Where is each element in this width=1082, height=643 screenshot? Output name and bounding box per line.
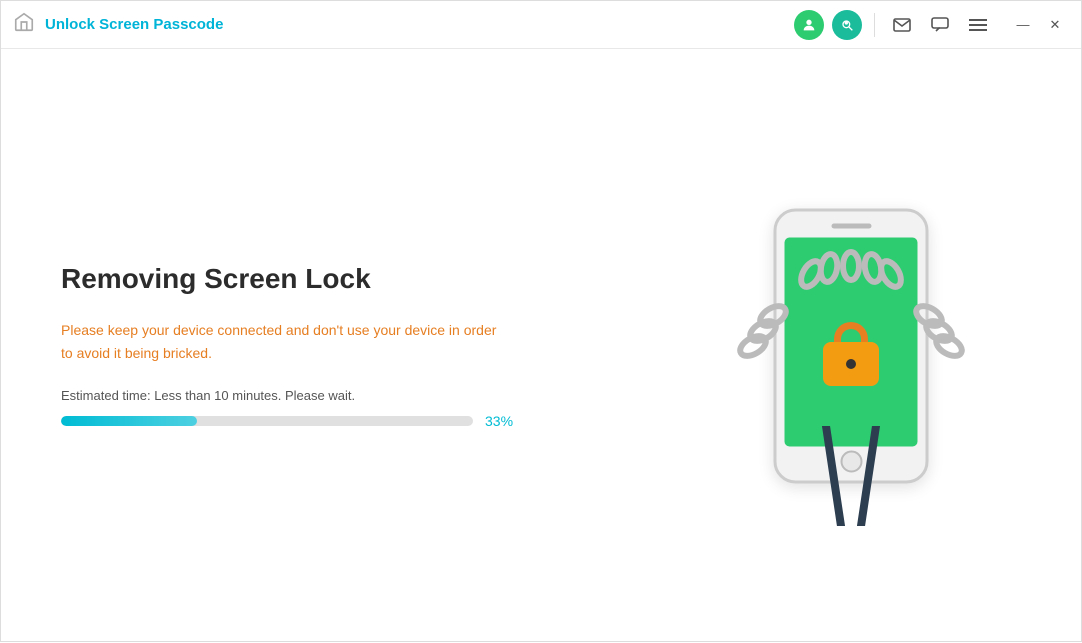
warning-text-line2: to avoid it being bricked. [61, 345, 212, 361]
warning-text-line1: Please keep your device connected and do… [61, 322, 496, 338]
lock-icon [823, 322, 879, 386]
search-user-icon-button[interactable] [832, 10, 862, 40]
menu-icon-button[interactable] [963, 10, 993, 40]
window-controls: — ✕ [1009, 11, 1069, 39]
chat-icon-button[interactable] [925, 10, 955, 40]
phone-illustration [711, 156, 991, 536]
right-section [681, 156, 1021, 536]
titlebar-icons: — ✕ [794, 10, 1069, 40]
progress-container: 33% [61, 413, 521, 429]
titlebar-left: Unlock Screen Passcode [13, 11, 794, 38]
minimize-button[interactable]: — [1009, 11, 1037, 39]
divider [874, 13, 875, 37]
close-button[interactable]: ✕ [1041, 11, 1069, 39]
tools-svg [786, 426, 916, 526]
user-icon-button[interactable] [794, 10, 824, 40]
home-icon[interactable] [13, 11, 35, 38]
progress-percent: 33% [485, 413, 521, 429]
mail-icon-button[interactable] [887, 10, 917, 40]
titlebar: Unlock Screen Passcode [1, 1, 1081, 49]
lock-keyhole [846, 359, 856, 369]
main-content: Removing Screen Lock Please keep your de… [1, 49, 1081, 643]
app-title: Unlock Screen Passcode [45, 16, 223, 33]
lock-shackle [834, 322, 868, 344]
lock-body [823, 342, 879, 386]
progress-bar-background [61, 416, 473, 426]
left-section: Removing Screen Lock Please keep your de… [61, 263, 681, 429]
warning-text: Please keep your device connected and do… [61, 319, 561, 364]
page-heading: Removing Screen Lock [61, 263, 641, 295]
estimated-time-label: Estimated time: Less than 10 minutes. Pl… [61, 388, 641, 403]
progress-bar-fill [61, 416, 197, 426]
